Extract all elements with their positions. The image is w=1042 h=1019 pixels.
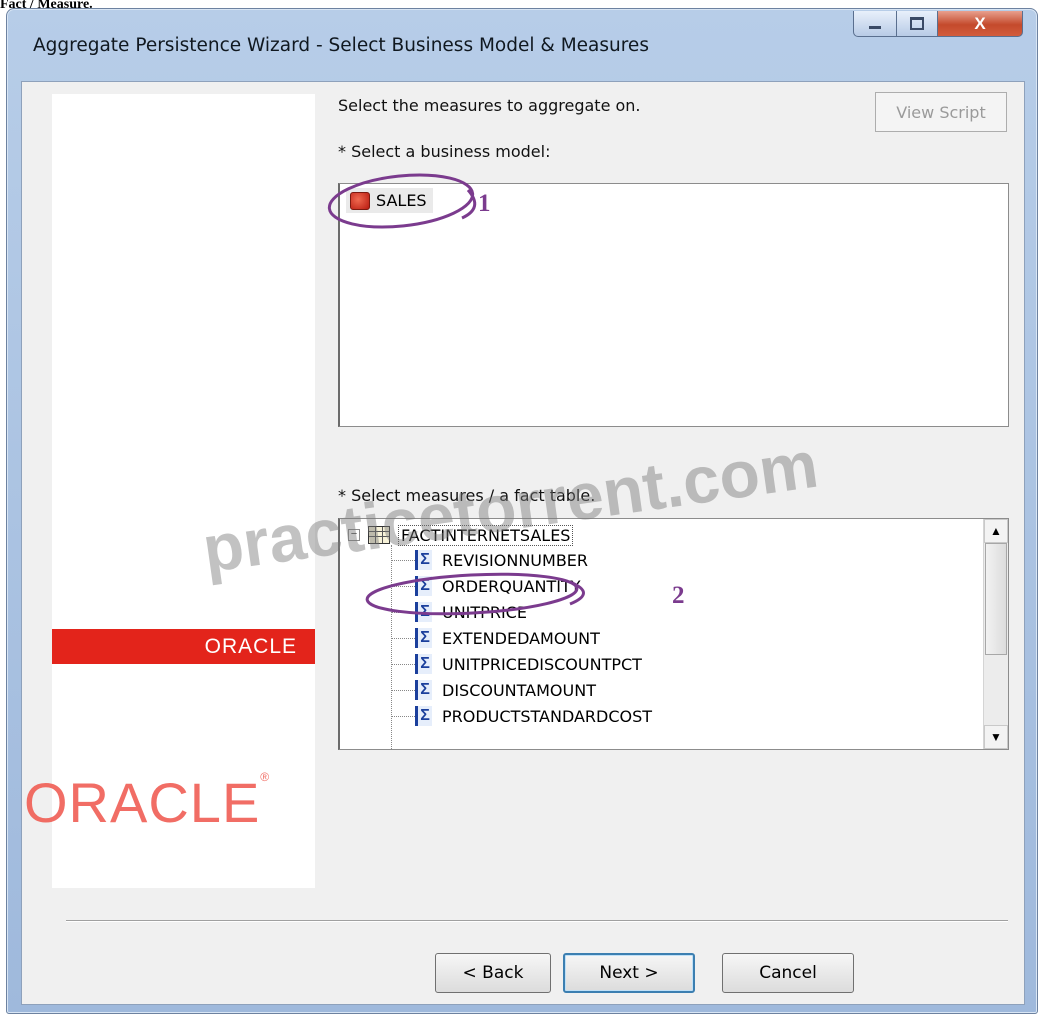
business-model-list[interactable]: SALES xyxy=(338,183,1009,427)
wizard-client-area: ORACLE Select the measures to aggregate … xyxy=(21,81,1025,1005)
scroll-thumb[interactable] xyxy=(985,543,1007,655)
title-bar[interactable]: Aggregate Persistence Wizard - Select Bu… xyxy=(7,9,1037,81)
oracle-banner: ORACLE xyxy=(52,629,315,664)
measure-item[interactable]: Σ UNITPRICEDISCOUNTPCT xyxy=(391,651,642,677)
business-model-label: * Select a business model: xyxy=(338,142,551,161)
sigma-icon: Σ xyxy=(415,628,432,648)
measure-label: ORDERQUANTITY xyxy=(442,576,581,596)
business-model-icon xyxy=(350,191,370,210)
measure-item[interactable]: Σ PRODUCTSTANDARDCOST xyxy=(391,703,652,729)
window-title: Aggregate Persistence Wizard - Select Bu… xyxy=(33,35,649,56)
sigma-icon: Σ xyxy=(415,680,432,700)
oracle-banner-text: ORACLE xyxy=(204,634,297,658)
screenshot-root: Fact / Measure. Aggregate Persistence Wi… xyxy=(0,0,1042,1019)
measure-item[interactable]: Σ DISCOUNTAMOUNT xyxy=(391,677,596,703)
next-button[interactable]: Next > xyxy=(563,953,695,993)
tree-branch-line xyxy=(391,611,415,613)
tree-branch-line xyxy=(391,715,415,717)
close-icon: X xyxy=(974,13,986,33)
measure-label: PRODUCTSTANDARDCOST xyxy=(442,706,653,726)
measure-item[interactable]: Σ ORDERQUANTITY xyxy=(391,573,581,599)
tree-branch-line xyxy=(391,663,415,665)
footer-separator xyxy=(66,920,1008,922)
wizard-window: Aggregate Persistence Wizard - Select Bu… xyxy=(6,8,1038,1014)
cancel-button[interactable]: Cancel xyxy=(722,953,854,993)
maximize-icon xyxy=(910,17,924,30)
annotation-number-2: 2 xyxy=(672,582,685,609)
back-button[interactable]: < Back xyxy=(435,953,551,993)
registered-mark: ® xyxy=(260,770,271,784)
oracle-logo: ORACLE® xyxy=(24,770,270,835)
oracle-logo-text: ORACLE xyxy=(24,771,261,834)
business-model-item-label: SALES xyxy=(376,191,427,210)
tree-branch-line xyxy=(391,637,415,639)
sigma-icon: Σ xyxy=(415,706,432,726)
tree-branch-line xyxy=(391,585,415,587)
measure-item[interactable]: Σ EXTENDEDAMOUNT xyxy=(391,625,600,651)
measure-label: DISCOUNTAMOUNT xyxy=(442,680,596,700)
scroll-down-button[interactable]: ▼ xyxy=(984,725,1008,749)
business-model-item-sales[interactable]: SALES xyxy=(346,188,433,213)
view-script-button[interactable]: View Script xyxy=(875,92,1007,132)
sigma-icon: Σ xyxy=(415,602,432,622)
measure-label: UNITPRICEDISCOUNTPCT xyxy=(442,654,642,674)
maximize-button[interactable] xyxy=(896,11,938,37)
tree-branch-line xyxy=(391,689,415,691)
scroll-up-button[interactable]: ▲ xyxy=(984,519,1008,543)
vertical-scrollbar[interactable]: ▲ ▼ xyxy=(983,519,1008,749)
measure-item[interactable]: Σ UNITPRICE xyxy=(391,599,527,625)
instruction-text: Select the measures to aggregate on. xyxy=(338,96,641,115)
close-button[interactable]: X xyxy=(937,11,1023,37)
minimize-button[interactable] xyxy=(853,11,897,37)
measure-label: EXTENDEDAMOUNT xyxy=(442,628,600,648)
branding-panel: ORACLE xyxy=(52,94,315,888)
minimize-icon xyxy=(869,26,881,29)
measure-label: REVISIONNUMBER xyxy=(442,550,589,570)
annotation-number-1: 1 xyxy=(478,190,491,217)
sigma-icon: Σ xyxy=(415,576,432,596)
sigma-icon: Σ xyxy=(415,654,432,674)
measure-label: UNITPRICE xyxy=(442,602,527,622)
